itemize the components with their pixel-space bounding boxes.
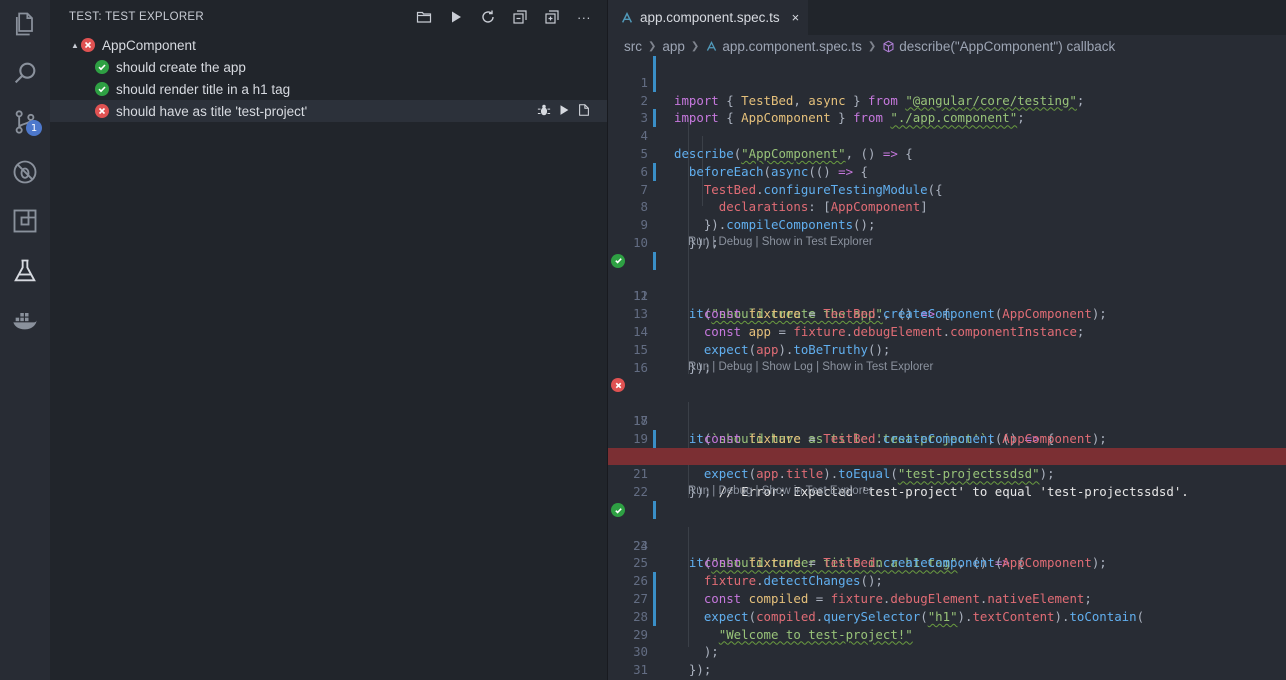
code-line: 20 expect(app.title).toEqual("test-proje…	[608, 429, 1286, 481]
angular-file-icon	[621, 11, 633, 23]
breadcrumb: src ❯ app ❯ app.component.spec.ts ❯ desc…	[608, 35, 1286, 57]
breadcrumb-item[interactable]: src	[624, 39, 642, 54]
code-line: 12 const fixture = TestBed.createCompone…	[633, 288, 1107, 322]
sidebar-header: TEST: TEST EXPLORER ···	[50, 0, 607, 34]
tree-item-label: should render title in a h1 tag	[116, 81, 291, 97]
breadcrumb-item[interactable]: app	[662, 39, 685, 54]
code-line: 27 expect(compiled.querySelector("h1").t…	[608, 572, 1286, 624]
code-line: 4 describe("AppComponent", () => {	[608, 109, 1286, 161]
test-explorer-sidebar: TEST: TEST EXPLORER ··· ▲ AppComponent s…	[50, 0, 607, 680]
code-line: 29 );	[608, 607, 1286, 659]
code-line: 14 expect(app).toBeTruthy();	[633, 323, 891, 357]
tree-item-label: should have as title 'test-project'	[116, 103, 308, 119]
code-line: 24 const fixture = TestBed.createCompone…	[633, 537, 1107, 571]
code-line: 25 fixture.detectChanges();	[633, 555, 883, 589]
more-icon[interactable]: ···	[573, 6, 595, 28]
code-line: 31 });	[633, 662, 696, 680]
files-icon[interactable]	[0, 0, 50, 48]
extensions-icon[interactable]	[0, 197, 50, 245]
code-line: 15 });	[633, 341, 712, 375]
code-line: 22	[633, 484, 648, 500]
debug-icon[interactable]	[0, 148, 50, 196]
code-line: 28 "Welcome to test-project!"	[608, 590, 1286, 642]
chevron-down-icon[interactable]: ▲	[71, 41, 81, 50]
code-line: 11 it("should create the app", () => {	[608, 251, 1286, 321]
code-line: 17 it(`should have as title 'test-projec…	[608, 376, 1286, 446]
code-line: 26 const compiled = fixture.debugElement…	[633, 573, 1092, 606]
code-line: 10	[633, 234, 648, 250]
docker-icon[interactable]	[0, 296, 50, 344]
activity-bar: 1	[0, 0, 50, 680]
code-line: 8 }).compileComponents();	[640, 199, 876, 233]
breadcrumb-item[interactable]: describe("AppComponent") callback	[899, 39, 1115, 54]
run-test-icon[interactable]	[557, 103, 571, 120]
code-lens[interactable]: Run | Debug | Show in Test Explorer	[688, 483, 873, 501]
code-line: 16	[633, 359, 648, 375]
error-line: 21 }); // Error: Expected 'test-project'…	[608, 447, 1286, 499]
test-icon[interactable]	[0, 247, 50, 295]
tree-item-appcomponent[interactable]: ▲ AppComponent	[50, 34, 607, 56]
code-lens[interactable]: Run | Debug | Show in Test Explorer	[688, 234, 873, 252]
code-line: 1 import { TestBed, async } from "@angul…	[608, 56, 1286, 108]
code-line: 13 const app = fixture.debugElement.comp…	[633, 306, 1085, 339]
tree-item-test[interactable]: should render title in a h1 tag	[50, 78, 607, 100]
play-icon[interactable]	[445, 6, 467, 28]
symbol-method-icon	[883, 40, 894, 52]
code-line: 9 }));	[640, 217, 719, 250]
code-line: 23 it("should render title in a h1 tag",…	[608, 501, 1286, 570]
breadcrumb-item[interactable]: app.component.spec.ts	[722, 39, 862, 54]
tab-bar: app.component.spec.ts ×	[608, 0, 1286, 35]
close-icon[interactable]: ×	[792, 10, 800, 25]
chevron-right-icon: ❯	[648, 40, 657, 52]
folder-icon[interactable]	[413, 6, 435, 28]
tree-item-test-selected[interactable]: should have as title 'test-project'	[50, 100, 607, 122]
refresh-icon[interactable]	[477, 6, 499, 28]
code-line: 32	[608, 661, 1286, 680]
tree-item-label: should create the app	[116, 59, 246, 75]
pass-icon[interactable]	[611, 503, 625, 517]
expand-icon[interactable]	[541, 6, 563, 28]
go-to-file-icon[interactable]	[577, 103, 591, 120]
tree-item-label: AppComponent	[102, 37, 196, 53]
pass-icon[interactable]	[611, 253, 625, 268]
code-line: 5 beforeEach(async(() => {	[640, 145, 868, 179]
collapse-icon[interactable]	[509, 6, 531, 28]
debug-test-icon[interactable]	[537, 103, 551, 120]
code-line: 3	[640, 110, 648, 126]
code-lens[interactable]: Run | Debug | Show Log | Show in Test Ex…	[688, 359, 933, 377]
tab-app-component-spec[interactable]: app.component.spec.ts ×	[608, 0, 808, 35]
chevron-right-icon: ❯	[867, 40, 877, 52]
search-icon[interactable]	[0, 49, 50, 97]
code-line: 6 TestBed.configureTestingModule({	[640, 163, 943, 197]
editor-pane: app.component.spec.ts × src ❯ app ❯ app.…	[607, 0, 1286, 680]
pass-icon	[95, 60, 109, 74]
fail-icon[interactable]	[611, 378, 625, 393]
code-line: 30 });	[633, 644, 712, 678]
tree-item-test[interactable]: should create the app	[50, 56, 607, 78]
code-line: 19 const app = fixture.debugElement.comp…	[633, 430, 1084, 464]
chevron-right-icon: ❯	[690, 40, 700, 52]
angular-file-icon	[707, 40, 717, 51]
tab-label: app.component.spec.ts	[640, 10, 780, 25]
code-line: 18 const fixture = TestBed.createCompone…	[633, 412, 1107, 446]
code-line: 2 import { AppComponent } from "./app.co…	[608, 73, 1286, 125]
fail-icon	[95, 104, 109, 118]
source-control-badge: 1	[26, 120, 42, 136]
source-control-icon[interactable]: 1	[0, 98, 50, 146]
pass-icon	[95, 82, 109, 96]
code-line: 7 declarations: [AppComponent]	[608, 162, 1286, 214]
fail-icon	[81, 38, 95, 52]
sidebar-title: TEST: TEST EXPLORER	[69, 11, 205, 23]
